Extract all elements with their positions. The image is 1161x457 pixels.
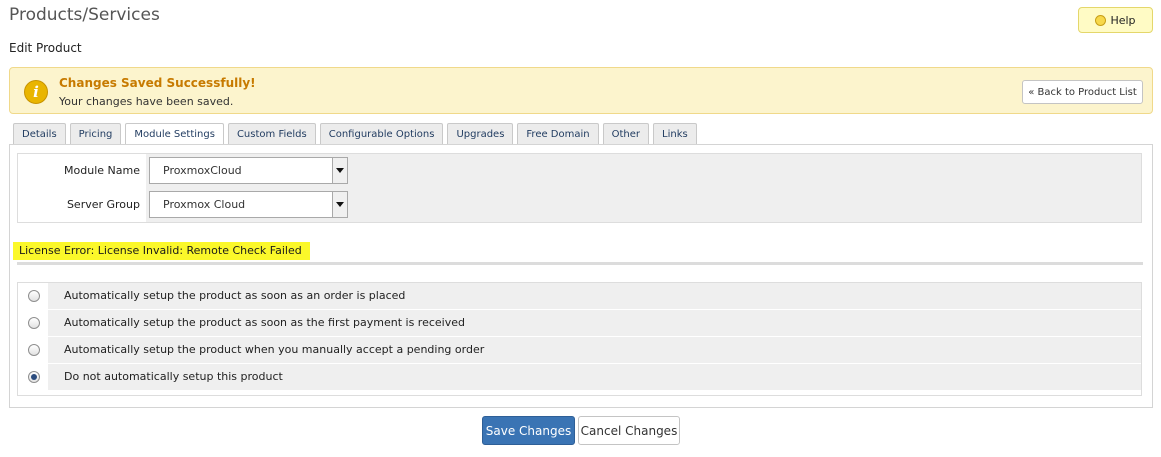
module-settings-panel: Module Name ProxmoxCloud Server Group Pr…	[9, 144, 1153, 408]
divider	[17, 262, 1143, 265]
help-button[interactable]: Help	[1078, 7, 1153, 33]
cancel-changes-button[interactable]: Cancel Changes	[578, 416, 680, 445]
module-name-select[interactable]: ProxmoxCloud	[149, 157, 348, 184]
tab-links[interactable]: Links	[653, 123, 697, 144]
setup-option-row: Automatically setup the product as soon …	[18, 283, 1141, 309]
chevron-down-icon[interactable]	[332, 158, 347, 183]
module-name-row: Module Name ProxmoxCloud	[18, 154, 1141, 188]
setup-options-table: Automatically setup the product as soon …	[17, 282, 1142, 396]
save-changes-button[interactable]: Save Changes	[482, 416, 575, 445]
module-name-value: ProxmoxCloud	[163, 164, 242, 177]
page-title: Products/Services	[9, 5, 160, 25]
setup-option-label: Automatically setup the product when you…	[64, 343, 485, 356]
setup-option-radio[interactable]	[28, 371, 40, 383]
tab-module-settings[interactable]: Module Settings	[125, 123, 224, 145]
product-tabs: Details Pricing Module Settings Custom F…	[13, 123, 697, 145]
setup-option-radio[interactable]	[28, 344, 40, 356]
setup-option-label: Do not automatically setup this product	[64, 370, 283, 383]
tab-configurable-options[interactable]: Configurable Options	[319, 123, 444, 144]
setup-option-row: Do not automatically setup this product	[18, 364, 1141, 390]
setup-option-row: Automatically setup the product as soon …	[18, 310, 1141, 336]
license-error-message: License Error: License Invalid: Remote C…	[13, 242, 310, 260]
info-icon: i	[24, 80, 48, 104]
server-group-value: Proxmox Cloud	[163, 198, 246, 211]
tab-pricing[interactable]: Pricing	[69, 123, 122, 144]
page-subtitle: Edit Product	[9, 41, 82, 55]
server-group-label: Server Group	[18, 188, 146, 222]
success-alert: i Changes Saved Successfully! Your chang…	[9, 67, 1153, 114]
setup-option-row: Automatically setup the product when you…	[18, 337, 1141, 363]
setup-option-label: Automatically setup the product as soon …	[64, 289, 406, 302]
module-form-table: Module Name ProxmoxCloud Server Group Pr…	[17, 153, 1142, 223]
back-to-product-list-button[interactable]: « Back to Product List	[1022, 80, 1143, 104]
alert-title: Changes Saved Successfully!	[59, 76, 256, 90]
tab-free-domain[interactable]: Free Domain	[517, 123, 599, 144]
tab-details[interactable]: Details	[13, 123, 66, 144]
tab-other[interactable]: Other	[602, 123, 650, 144]
setup-option-label: Automatically setup the product as soon …	[64, 316, 465, 329]
chevron-down-icon[interactable]	[332, 192, 347, 217]
server-group-row: Server Group Proxmox Cloud	[18, 188, 1141, 222]
setup-option-radio[interactable]	[28, 290, 40, 302]
server-group-select[interactable]: Proxmox Cloud	[149, 191, 348, 218]
setup-option-radio[interactable]	[28, 317, 40, 329]
lightbulb-icon	[1095, 14, 1107, 26]
module-name-label: Module Name	[18, 154, 146, 188]
alert-message: Your changes have been saved.	[59, 95, 234, 108]
tab-custom-fields[interactable]: Custom Fields	[227, 123, 316, 144]
help-button-label: Help	[1110, 13, 1136, 27]
tab-upgrades[interactable]: Upgrades	[447, 123, 514, 144]
